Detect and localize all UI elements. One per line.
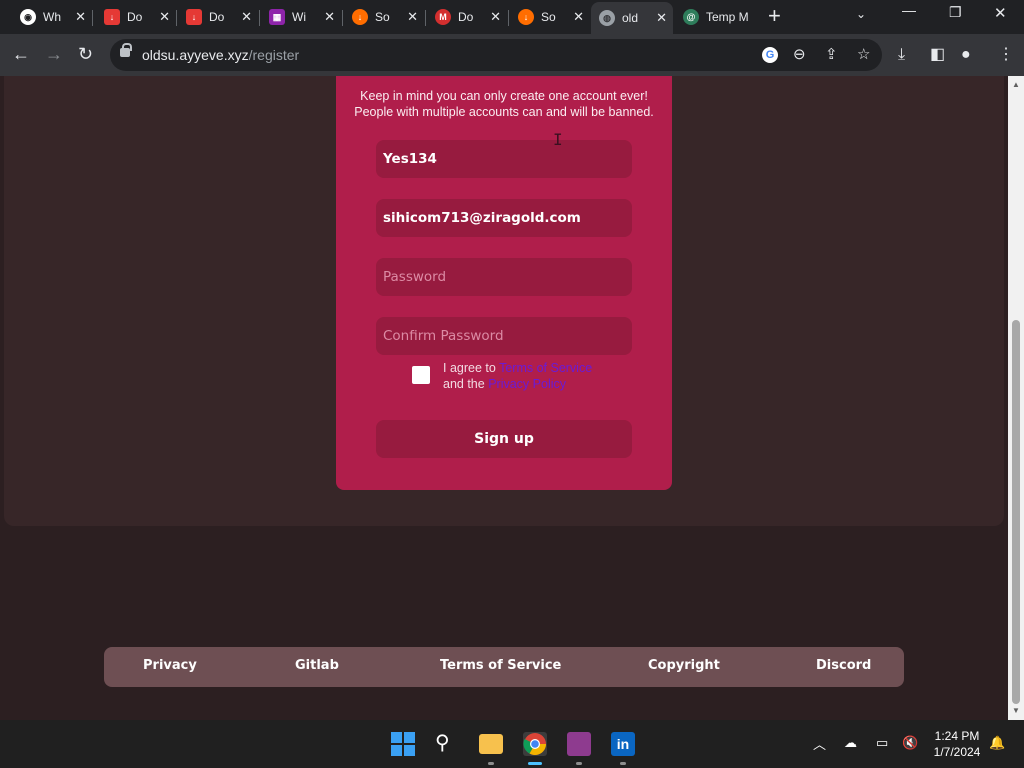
register-form: Keep in mind you can only create one acc… — [336, 76, 672, 490]
share-icon[interactable]: ⇪ — [825, 45, 838, 63]
close-tab-icon[interactable]: ✕ — [573, 9, 584, 25]
browser-tab[interactable]: ↓ Do ✕ — [96, 4, 176, 30]
browser-tab[interactable]: ↓ Do ✕ — [178, 4, 258, 30]
back-button[interactable]: ← — [12, 44, 30, 64]
confirm-password-field[interactable] — [376, 317, 632, 355]
footer-link-privacy[interactable]: Privacy — [143, 658, 197, 673]
show-hidden-icons-chevron-icon[interactable]: ︿ — [813, 734, 826, 753]
account-notice: Keep in mind you can only create one acc… — [354, 89, 654, 119]
email-field[interactable] — [376, 199, 632, 237]
browser-tab[interactable]: M Do ✕ — [427, 4, 507, 30]
zoom-icon[interactable]: ⊖ — [793, 45, 806, 63]
windows-icon — [391, 732, 415, 756]
close-tab-icon[interactable]: ✕ — [490, 9, 501, 25]
downloads-icon[interactable]: ⤓ — [898, 46, 905, 64]
start-button[interactable] — [391, 732, 415, 756]
windows-taskbar: ⚲ in ︿ ☁ ▭ 🔇 1:24 PM 1/7/2024 🔔 — [0, 720, 1024, 768]
volume-muted-icon[interactable]: 🔇 — [902, 735, 918, 751]
privacy-link[interactable]: Privacy Policy — [488, 377, 566, 391]
file-explorer-icon[interactable] — [479, 734, 503, 754]
footer-link-terms[interactable]: Terms of Service — [440, 658, 561, 673]
scrollbar-thumb[interactable] — [1012, 320, 1020, 704]
terms-link[interactable]: Terms of Service — [499, 361, 592, 375]
minimize-button[interactable]: — — [902, 2, 916, 18]
download-icon: ↓ — [186, 9, 202, 25]
google-lens-icon[interactable]: G — [762, 47, 778, 63]
side-panel-icon[interactable]: ◧ — [930, 46, 945, 64]
chrome-icon — [523, 733, 546, 755]
download-icon: ↓ — [104, 9, 120, 25]
close-tab-icon[interactable]: ✕ — [407, 9, 418, 25]
close-tab-icon[interactable]: ✕ — [241, 9, 252, 25]
agree-label: I agree to Terms of Service and the Priv… — [443, 361, 593, 391]
bookmark-star-icon[interactable]: ☆ — [857, 45, 870, 63]
address-bar[interactable]: oldsu.ayyeve.xyz/register G ⊖ ⇪ ☆ — [110, 39, 882, 71]
sourceforge-icon: ↓ — [352, 9, 368, 25]
restore-button[interactable]: ❐ — [949, 4, 962, 21]
password-field[interactable] — [376, 258, 632, 296]
tab-search-icon[interactable]: ⌄ — [856, 7, 866, 21]
scroll-down-icon[interactable]: ▼ — [1012, 706, 1020, 715]
notification-bell-icon[interactable]: 🔔 — [989, 735, 1005, 751]
footer-link-gitlab[interactable]: Gitlab — [295, 658, 339, 673]
lock-icon[interactable] — [120, 43, 132, 57]
close-tab-icon[interactable]: ✕ — [656, 10, 667, 26]
close-tab-icon[interactable]: ✕ — [75, 9, 86, 25]
text-cursor-icon: I — [553, 130, 563, 149]
agree-checkbox[interactable] — [412, 366, 430, 384]
browser-tab[interactable]: ◉ Wh ✕ — [12, 4, 92, 30]
footer-link-copyright[interactable]: Copyright — [648, 658, 720, 673]
close-tab-icon[interactable]: ✕ — [324, 9, 335, 25]
globe-icon: ◍ — [599, 10, 615, 26]
browser-tab-active[interactable]: ◍ old ✕ — [591, 2, 673, 34]
linkedin-icon[interactable]: in — [611, 732, 635, 756]
search-icon[interactable]: ⚲ — [435, 732, 459, 756]
tab-strip: ◉ Wh ✕ ↓ Do ✕ ↓ Do ✕ ▦ Wi ✕ ↓ So ✕ M Do … — [0, 0, 1024, 34]
footer-link-discord[interactable]: Discord — [816, 658, 871, 673]
browser-toolbar: ← → ↻ oldsu.ayyeve.xyz/register G ⊖ ⇪ ☆ … — [0, 34, 1024, 76]
tempmail-icon: @ — [683, 9, 699, 25]
close-tab-icon[interactable]: ✕ — [159, 9, 170, 25]
browser-tab[interactable]: ▦ Wi ✕ — [261, 4, 341, 30]
footer-nav: Privacy Gitlab Terms of Service Copyrigh… — [104, 647, 904, 687]
forward-button[interactable]: → — [45, 44, 63, 64]
browser-tab[interactable]: ↓ So ✕ — [344, 4, 424, 30]
winrar-taskbar-icon[interactable] — [567, 732, 591, 756]
chrome-taskbar-button[interactable] — [523, 732, 547, 756]
signup-button[interactable]: Sign up — [376, 420, 632, 458]
mega-icon: M — [435, 9, 451, 25]
scroll-up-icon[interactable]: ▲ — [1012, 80, 1020, 89]
profile-icon[interactable]: ● — [961, 46, 971, 64]
network-icon[interactable]: ▭ — [876, 735, 888, 751]
username-field[interactable] — [376, 140, 632, 178]
url-text[interactable]: oldsu.ayyeve.xyz/register — [142, 47, 299, 63]
vertical-scrollbar[interactable]: ▲ ▼ — [1008, 76, 1024, 720]
winrar-icon: ▦ — [269, 9, 285, 25]
close-window-button[interactable]: ✕ — [994, 4, 1007, 22]
menu-icon[interactable]: ⋮ — [998, 46, 1014, 64]
browser-tab[interactable]: @ Temp M — [675, 4, 757, 30]
sourceforge-icon: ↓ — [518, 9, 534, 25]
browser-tab[interactable]: ↓ So ✕ — [510, 4, 590, 30]
taskbar-clock[interactable]: 1:24 PM 1/7/2024 — [926, 728, 988, 760]
chrome-icon: ◉ — [20, 9, 36, 25]
page-viewport: Keep in mind you can only create one acc… — [0, 76, 1008, 720]
onedrive-offline-icon[interactable]: ☁ — [844, 735, 857, 751]
new-tab-button[interactable]: + — [768, 5, 781, 27]
reload-button[interactable]: ↻ — [78, 44, 93, 64]
